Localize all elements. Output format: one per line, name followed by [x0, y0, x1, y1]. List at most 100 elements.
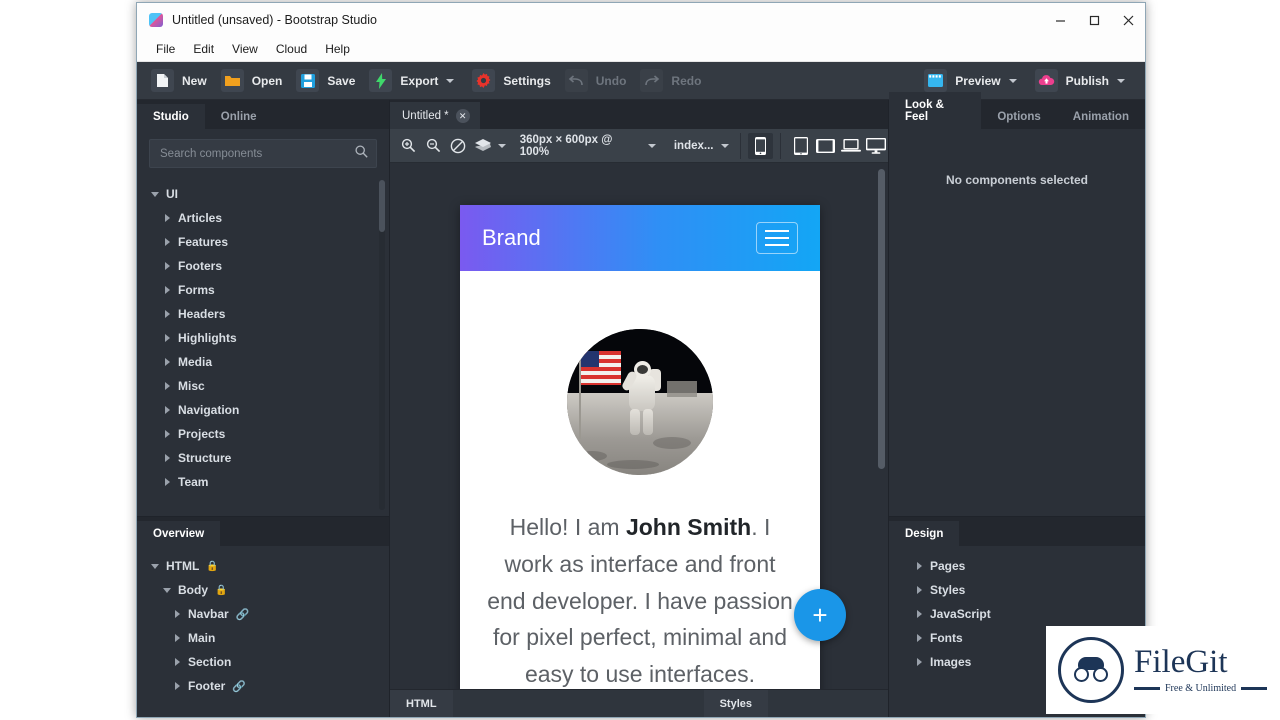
chevron-down-icon[interactable] [497, 143, 506, 148]
chevron-down-icon[interactable] [721, 143, 730, 148]
chevron-right-icon[interactable] [165, 214, 170, 222]
chevron-down-icon[interactable] [1008, 78, 1017, 83]
close-icon[interactable]: ✕ [455, 109, 470, 123]
preview-paragraph[interactable]: Hello! I am John Smith. I work as interf… [460, 475, 820, 689]
chevron-down-icon[interactable] [163, 587, 171, 593]
tree-item-forms[interactable]: Forms [137, 278, 389, 302]
styles-panel-button[interactable]: Styles [703, 690, 768, 717]
add-component-fab[interactable]: + [794, 589, 846, 641]
overview-item-html[interactable]: HTML 🔒 [137, 554, 389, 578]
contrast-icon[interactable] [446, 133, 471, 159]
open-button[interactable]: Open [215, 67, 289, 94]
overview-item-main[interactable]: Main [137, 626, 389, 650]
tree-item-headers[interactable]: Headers [137, 302, 389, 326]
maximize-button[interactable] [1077, 3, 1111, 37]
zoom-out-icon[interactable] [421, 133, 446, 159]
overview-item-footer[interactable]: Footer 🔗 [137, 674, 389, 698]
tree-item-misc[interactable]: Misc [137, 374, 389, 398]
search-icon[interactable] [355, 144, 368, 163]
chevron-right-icon[interactable] [175, 682, 180, 690]
tree-item-projects[interactable]: Projects [137, 422, 389, 446]
search-components-box[interactable] [149, 139, 377, 168]
components-scrollbar-thumb[interactable] [379, 180, 385, 232]
chevron-right-icon[interactable] [165, 262, 170, 270]
overview-tree[interactable]: HTML 🔒 Body 🔒 Navbar 🔗 Main Section Footer 🔗 [137, 546, 389, 698]
publish-button[interactable]: Publish [1029, 67, 1135, 94]
components-tree[interactable]: UI Articles Features Footers Forms Heade… [137, 174, 389, 516]
tab-online[interactable]: Online [205, 104, 273, 129]
design-item-javascript[interactable]: JavaScript [889, 602, 1145, 626]
chevron-right-icon[interactable] [917, 586, 922, 594]
menu-item-help[interactable]: Help [316, 40, 359, 58]
hamburger-menu-icon[interactable] [756, 222, 798, 254]
chevron-right-icon[interactable] [165, 406, 170, 414]
chevron-right-icon[interactable] [917, 658, 922, 666]
chevron-right-icon[interactable] [165, 334, 170, 342]
preview-navbar[interactable]: Brand [460, 205, 820, 271]
chevron-down-icon[interactable] [446, 78, 455, 83]
overview-item-section[interactable]: Section [137, 650, 389, 674]
device-desktop-icon[interactable] [863, 133, 888, 159]
tree-item-ui[interactable]: UI [137, 182, 389, 206]
search-input[interactable] [158, 146, 355, 161]
chevron-right-icon[interactable] [165, 238, 170, 246]
html-panel-button[interactable]: HTML [390, 690, 453, 717]
overview-item-navbar[interactable]: Navbar 🔗 [137, 602, 389, 626]
preview-button[interactable]: Preview [918, 67, 1026, 94]
tree-item-media[interactable]: Media [137, 350, 389, 374]
chevron-right-icon[interactable] [165, 454, 170, 462]
chevron-right-icon[interactable] [175, 610, 180, 618]
chevron-right-icon[interactable] [917, 634, 922, 642]
chevron-right-icon[interactable] [165, 310, 170, 318]
export-button[interactable]: Export [363, 67, 464, 94]
device-tablet-portrait-icon[interactable] [788, 133, 813, 159]
zoom-in-icon[interactable] [396, 133, 421, 159]
tab-options[interactable]: Options [981, 104, 1056, 129]
device-phone-icon[interactable] [748, 132, 774, 159]
tree-item-navigation[interactable]: Navigation [137, 398, 389, 422]
design-item-pages[interactable]: Pages [889, 554, 1145, 578]
menu-item-cloud[interactable]: Cloud [267, 40, 316, 58]
chevron-right-icon[interactable] [917, 562, 922, 570]
preview-brand[interactable]: Brand [482, 225, 541, 251]
settings-button[interactable]: Settings [466, 67, 556, 94]
design-item-styles[interactable]: Styles [889, 578, 1145, 602]
save-button[interactable]: Save [290, 67, 361, 94]
chevron-right-icon[interactable] [165, 358, 170, 366]
chevron-down-icon[interactable] [151, 191, 159, 197]
chevron-down-icon[interactable] [647, 143, 656, 148]
device-laptop-icon[interactable] [838, 133, 863, 159]
redo-button[interactable]: Redo [634, 67, 707, 94]
chevron-right-icon[interactable] [917, 610, 922, 618]
layers-icon[interactable] [471, 133, 496, 159]
tab-studio[interactable]: Studio [137, 104, 205, 129]
tree-item-features[interactable]: Features [137, 230, 389, 254]
tree-item-structure[interactable]: Structure [137, 446, 389, 470]
tab-design[interactable]: Design [889, 521, 960, 546]
menu-item-view[interactable]: View [223, 40, 267, 58]
preview-stage[interactable]: Brand Hello! I am John Smith. I work as … [390, 163, 888, 689]
tree-item-footers[interactable]: Footers [137, 254, 389, 278]
viewport-size-label[interactable]: 360px × 600px @ 100% [520, 134, 640, 158]
menu-item-edit[interactable]: Edit [184, 40, 223, 58]
minimize-button[interactable] [1043, 3, 1077, 37]
canvas-tab-untitled[interactable]: Untitled * ✕ [390, 102, 480, 129]
chevron-down-icon[interactable] [151, 563, 159, 569]
preview-frame[interactable]: Brand Hello! I am John Smith. I work as … [460, 205, 820, 689]
tree-item-team[interactable]: Team [137, 470, 389, 494]
stage-scrollbar[interactable] [878, 169, 885, 469]
chevron-right-icon[interactable] [165, 478, 170, 486]
chevron-right-icon[interactable] [165, 430, 170, 438]
tab-overview[interactable]: Overview [137, 521, 221, 546]
chevron-right-icon[interactable] [165, 382, 170, 390]
new-button[interactable]: New [145, 67, 213, 94]
menu-item-file[interactable]: File [147, 40, 184, 58]
tree-item-articles[interactable]: Articles [137, 206, 389, 230]
device-tablet-landscape-icon[interactable] [813, 133, 838, 159]
undo-button[interactable]: Undo [559, 67, 633, 94]
tab-animation[interactable]: Animation [1057, 104, 1145, 129]
chevron-right-icon[interactable] [175, 634, 180, 642]
chevron-right-icon[interactable] [165, 286, 170, 294]
tree-item-highlights[interactable]: Highlights [137, 326, 389, 350]
close-button[interactable] [1111, 3, 1145, 37]
